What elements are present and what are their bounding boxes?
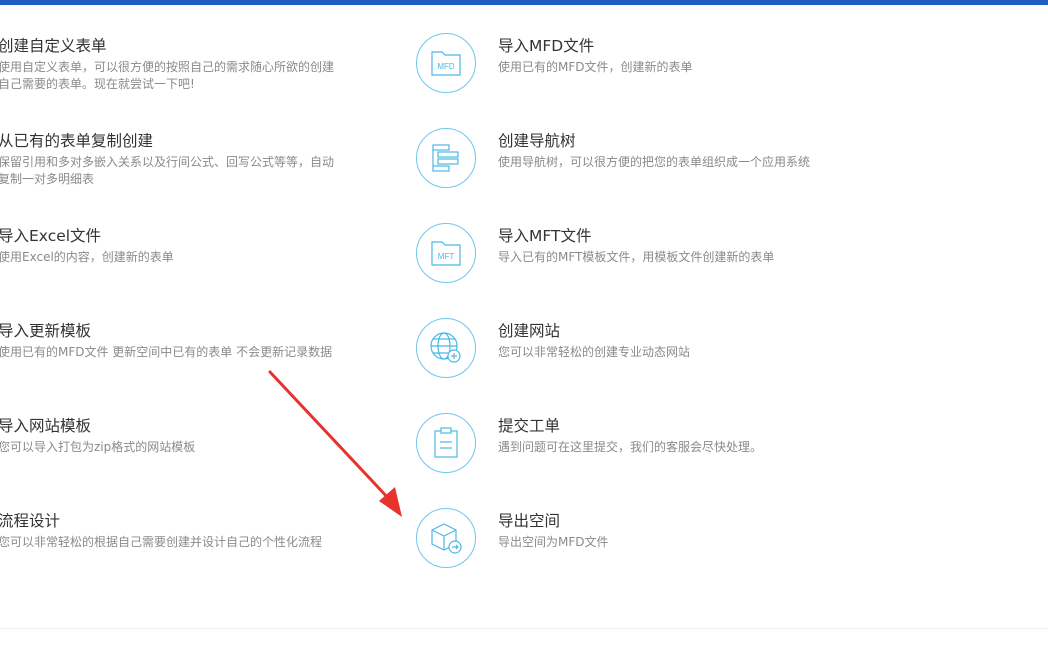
- divider: [0, 628, 1048, 629]
- annotation-arrow: [268, 370, 402, 517]
